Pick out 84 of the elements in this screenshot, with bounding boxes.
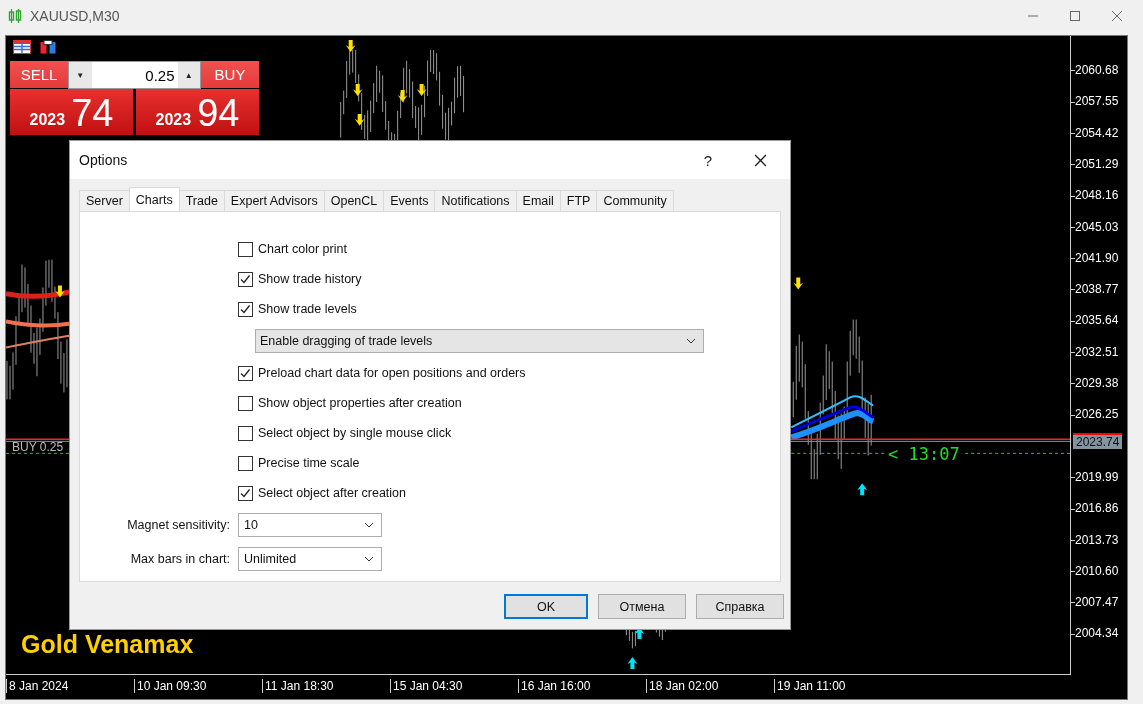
close-icon[interactable] <box>754 153 767 167</box>
price-axis-label: 2019.99 <box>1071 469 1119 484</box>
price-axis-label: 2048.16 <box>1071 188 1119 203</box>
select-field[interactable]: Unlimited <box>238 547 382 571</box>
price-axis-label: 2035.64 <box>1071 313 1119 328</box>
floppy-icon[interactable] <box>39 40 57 54</box>
tab[interactable]: OpenCL <box>323 190 385 211</box>
dialog-button[interactable]: Отмена <box>598 594 686 619</box>
tab[interactable]: Community <box>596 190 674 211</box>
volume-field[interactable]: ▼ 0.25 ▲ <box>68 61 201 89</box>
price-axis-label: 2054.42 <box>1071 125 1119 140</box>
checkbox-label: Preload chart data for open positions and orders <box>258 366 526 380</box>
checkbox[interactable] <box>238 425 253 441</box>
checkbox-label: Precise time scale <box>258 456 360 470</box>
down-arrow-icon <box>352 83 363 96</box>
time-axis-label: 8 Jan 2024 <box>6 679 69 693</box>
tab[interactable]: Server <box>79 190 130 211</box>
field-label: Magnet sensitivity: <box>126 518 231 532</box>
checkbox[interactable] <box>238 301 253 317</box>
indicator-name: Gold Venamax <box>21 630 194 659</box>
checkbox[interactable] <box>238 241 253 257</box>
price-axis-label: 2038.77 <box>1071 282 1119 297</box>
time-axis-label: 19 Jan 11:00 <box>774 679 846 693</box>
tab[interactable]: Expert Advisors <box>223 190 325 211</box>
tab[interactable]: Charts <box>128 187 180 211</box>
price-axis-label: 2051.29 <box>1071 156 1119 171</box>
price-axis-label: 2004.34 <box>1071 626 1119 641</box>
down-arrow-icon <box>345 40 356 52</box>
buy-price-panel[interactable]: 2023 94 <box>136 89 259 135</box>
price-axis-label: 2010.60 <box>1071 563 1119 578</box>
price-pips: 94 <box>197 91 240 135</box>
volume-decrease-button[interactable]: ▼ <box>69 62 92 88</box>
price-axis-label: 2026.25 <box>1071 407 1119 422</box>
sell-button[interactable]: SELL <box>10 61 68 88</box>
checkbox-label: Chart color print <box>258 242 347 256</box>
trade-levels-dropdown[interactable]: Enable dragging of trade levels <box>255 329 704 353</box>
price-axis-label: 2016.86 <box>1071 501 1119 516</box>
buy-button[interactable]: BUY <box>201 61 259 88</box>
time-axis-label: 15 Jan 04:30 <box>390 679 463 693</box>
current-price-tag: 2023.74 <box>1073 433 1123 449</box>
checkbox-label: Show object properties after creation <box>258 396 462 410</box>
price-axis-label: 2013.73 <box>1071 532 1119 547</box>
price-axis-label: 2032.51 <box>1071 344 1119 359</box>
price-axis-label: 2029.38 <box>1071 376 1119 390</box>
price-pips: 74 <box>71 91 114 135</box>
table-icon[interactable] <box>13 40 31 54</box>
field-label: Max bars in chart: <box>129 552 231 566</box>
checkbox-label: Select object after creation <box>258 486 406 500</box>
sell-price-panel[interactable]: 2023 74 <box>10 89 133 135</box>
checkbox[interactable] <box>238 485 253 501</box>
down-arrow-icon <box>416 83 427 96</box>
checkbox-label: Select object by single mouse click <box>258 426 452 440</box>
down-arrow-icon <box>354 113 365 126</box>
select-field[interactable]: 10 <box>238 513 382 537</box>
time-axis-label: 18 Jan 02:00 <box>646 679 719 693</box>
time-axis-label: 10 Jan 09:30 <box>134 679 207 693</box>
help-button[interactable]: ? <box>697 150 718 170</box>
dialog-button[interactable]: OK <box>504 594 588 619</box>
price-base: 2023 <box>155 111 192 129</box>
chevron-down-icon <box>686 338 696 344</box>
price-axis-label: 2060.68 <box>1071 63 1119 77</box>
checkbox-label: Show trade history <box>258 272 362 286</box>
price-axis-label: 2045.03 <box>1071 219 1119 234</box>
dialog-title: Options <box>79 152 128 168</box>
price-axis-label: 2041.90 <box>1071 250 1119 265</box>
price-axis-label: 2057.55 <box>1071 94 1119 109</box>
time-axis-label: 16 Jan 16:00 <box>518 679 591 693</box>
checkbox[interactable] <box>238 365 253 381</box>
dialog-button[interactable]: Справка <box>696 594 784 619</box>
checkbox[interactable] <box>238 455 253 471</box>
window-title: XAUUSD,M30 <box>30 8 120 24</box>
checkbox-label: Show trade levels <box>258 302 357 316</box>
chevron-down-icon <box>364 556 374 562</box>
checkbox[interactable] <box>238 395 253 411</box>
checkbox[interactable] <box>238 271 253 287</box>
price-base: 2023 <box>29 111 66 129</box>
price-axis-label: 2007.47 <box>1071 595 1119 610</box>
maximize-icon[interactable] <box>1069 10 1081 22</box>
candlestick-icon <box>8 8 22 24</box>
time-axis-label: 11 Jan 18:30 <box>262 679 334 693</box>
position-label: BUY 0.25 <box>12 440 64 454</box>
volume-increase-button[interactable]: ▲ <box>177 62 200 88</box>
chevron-down-icon <box>364 522 374 528</box>
down-arrow-icon <box>397 89 408 102</box>
